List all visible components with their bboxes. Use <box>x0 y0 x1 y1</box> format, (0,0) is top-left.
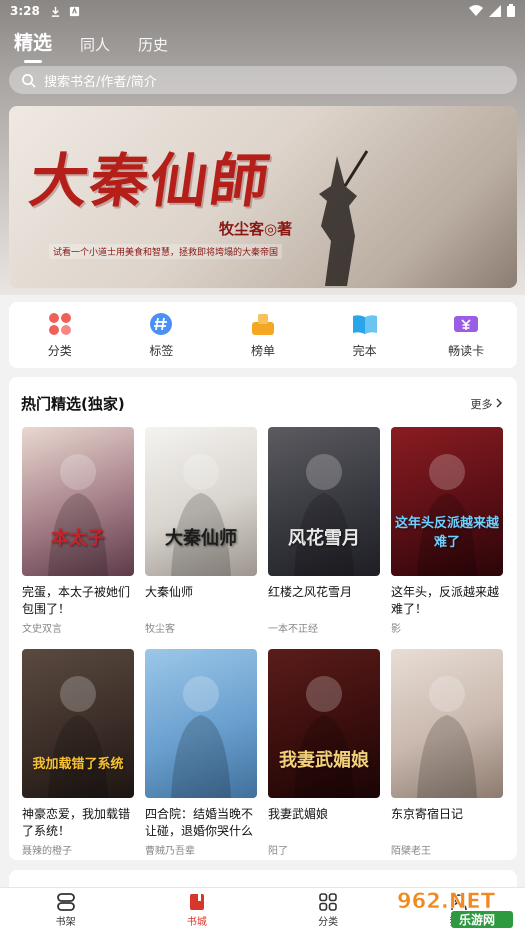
shortcut-label: 标签 <box>149 343 174 358</box>
nav-categories[interactable]: 分类 <box>283 893 373 928</box>
cover-illustration <box>171 676 231 798</box>
watermark-logo: 962.NET 乐游网 <box>397 889 513 928</box>
book-card[interactable]: 本太子完蛋，本太子被她们包围了！ 文史双言 <box>22 427 134 635</box>
shortcut-rankings[interactable]: 榜单 <box>223 312 303 359</box>
cover-illustration <box>417 454 477 576</box>
book-title[interactable]: 大秦仙师 <box>145 584 257 618</box>
book-cover[interactable] <box>145 649 257 798</box>
shortcut-category[interactable]: 分类 <box>20 312 100 359</box>
shortcut-label: 榜单 <box>250 343 275 358</box>
hashtag-icon <box>150 312 173 335</box>
status-bar: 3:28 <box>0 0 525 22</box>
nav-label: 分类 <box>318 917 339 928</box>
book-author: 影 <box>391 624 401 635</box>
wifi-icon <box>469 4 483 16</box>
cover-illustration <box>171 454 231 576</box>
more-link[interactable]: 更多 <box>471 396 504 412</box>
book-author: 牧尘客 <box>145 624 175 635</box>
notification-icon <box>69 6 79 16</box>
watermark-main-text: 962.NET <box>397 889 496 913</box>
book-author: 一本不正经 <box>268 624 318 635</box>
book-cover[interactable]: 我妻武媚娘 <box>268 649 380 798</box>
book-title[interactable]: 我妻武媚娘 <box>268 806 380 840</box>
tab-history[interactable]: 历史 <box>138 34 168 55</box>
shortcut-label: 完本 <box>352 343 377 358</box>
book-card[interactable]: 东京寄宿日记陌檗老王 <box>391 649 503 857</box>
shortcut-label: 分类 <box>47 343 72 358</box>
banner[interactable]: 大秦仙師 牧尘客◎著 试看一个小道士用美食和智慧，拯救即将垮塌的大秦帝国 <box>9 106 517 288</box>
book-card[interactable]: 大秦仙师 大秦仙师 牧尘客 <box>145 427 257 635</box>
book-cover[interactable]: 风花雪月 <box>268 427 380 576</box>
book-author: 文史双言 <box>22 624 62 635</box>
book-title[interactable]: 红楼之风花雪月 <box>268 584 380 618</box>
tab-fanfic[interactable]: 同人 <box>80 34 110 55</box>
banner-tagline: 试看一个小道士用美食和智慧，拯救即将垮塌的大秦帝国 <box>49 244 283 259</box>
book-card[interactable]: 这年头反派越来越难了 这年头，反派越来越难了！ 影 <box>391 427 503 635</box>
tab-featured[interactable]: 精选 <box>14 28 52 63</box>
yen-card-icon <box>454 315 479 332</box>
status-time: 3:28 <box>10 4 40 18</box>
book-cover[interactable]: 我加载错了系统 <box>22 649 134 798</box>
book-title[interactable]: 东京寄宿日记 <box>391 806 503 840</box>
cover-illustration <box>48 676 108 798</box>
section-title: 热门精选(独家) <box>21 395 125 413</box>
nav-label: 书城 <box>186 917 207 928</box>
cover-title-art: 风花雪月 <box>288 528 360 549</box>
cover-illustration <box>48 454 108 576</box>
shortcut-label: 畅读卡 <box>448 343 485 358</box>
banner-title: 大秦仙師 <box>25 147 276 215</box>
category-shortcuts: 分类 标签 榜单 完本 畅读卡 <box>9 302 517 368</box>
top-tabs: 精选 同人 历史 <box>14 28 168 63</box>
chevron-right-icon <box>496 398 502 408</box>
banner-figure-illustration <box>319 150 369 286</box>
shortcut-completed[interactable]: 完本 <box>325 312 405 359</box>
book-card[interactable]: 四合院：结婚当晚不让碰，退婚你哭什么曹贼乃吾辈 <box>145 649 257 857</box>
cover-title-art: 本太子 <box>51 528 105 549</box>
book-cover[interactable]: 本太子 <box>22 427 134 576</box>
search-placeholder: 搜索书名/作者/简介 <box>44 74 157 90</box>
cover-illustration <box>294 454 354 576</box>
banner-author: 牧尘客◎著 <box>219 220 293 238</box>
book-author: 陌檗老王 <box>391 846 431 857</box>
search-bar[interactable]: 搜索书名/作者/简介 <box>9 66 517 94</box>
nav-bookstore[interactable]: 书城 <box>152 893 242 928</box>
book-author: 曹贼乃吾辈 <box>145 846 195 857</box>
battery-icon <box>507 4 515 17</box>
nav-bookshelf[interactable]: 书架 <box>21 893 111 928</box>
cover-title-art: 我妻武媚娘 <box>279 750 369 771</box>
book-grid: 本太子 完蛋，本太子被她们包围了！ 文史双言 大秦仙师 大秦仙师 牧尘客 风花雪月 红楼之风花… <box>22 427 506 857</box>
cover-illustration <box>294 676 354 798</box>
grid-icon <box>319 893 337 911</box>
podium-icon <box>251 313 274 335</box>
shortcut-reading-card[interactable]: 畅读卡 <box>426 312 506 359</box>
book-cover[interactable]: 这年头反派越来越难了 <box>391 427 503 576</box>
cover-illustration <box>417 676 477 798</box>
open-book-icon <box>352 314 377 334</box>
book-title[interactable]: 神豪恋爱，我加载错了系统！ <box>22 806 134 840</box>
nav-label: 书架 <box>55 917 76 928</box>
cover-title-art: 我加载错了系统 <box>32 757 124 772</box>
book-card[interactable]: 我妻武媚娘 我妻武媚娘 阳了 <box>268 649 380 857</box>
book-card[interactable]: 我加载错了系统神豪恋爱，我加载错了系统！ 聂辣的橙子 <box>22 649 134 857</box>
watermark-sub-text: 乐游网 <box>459 912 495 927</box>
cover-title-art: 大秦仙师 <box>165 528 237 549</box>
cover-title-art: 这年头反派越来越难了 <box>394 516 499 550</box>
signal-icon <box>489 4 501 17</box>
search-icon <box>22 73 36 88</box>
book-cover[interactable]: 大秦仙师 <box>145 427 257 576</box>
clover-icon <box>48 312 71 335</box>
download-icon <box>51 6 60 17</box>
bookstore-icon <box>189 894 204 910</box>
bookshelf-icon <box>56 893 75 911</box>
book-cover[interactable] <box>391 649 503 798</box>
book-title[interactable]: 完蛋，本太子被她们包围了！ <box>22 584 134 618</box>
book-title[interactable]: 四合院：结婚当晚不让碰，退婚你哭什么 <box>145 806 257 840</box>
shortcut-tags[interactable]: 标签 <box>121 312 201 359</box>
hot-picks-section: 热门精选(独家) 更多 本太子 完蛋，本太子被她们包围了！ 文史双言 大秦仙师 大秦仙师… <box>9 377 517 860</box>
book-card[interactable]: 风花雪月红楼之风花雪月一本不正经 <box>268 427 380 635</box>
book-title[interactable]: 这年头，反派越来越难了！ <box>391 584 503 618</box>
book-author: 阳了 <box>268 846 288 857</box>
book-author: 聂辣的橙子 <box>22 846 72 857</box>
more-link-label: 更多 <box>470 398 493 411</box>
